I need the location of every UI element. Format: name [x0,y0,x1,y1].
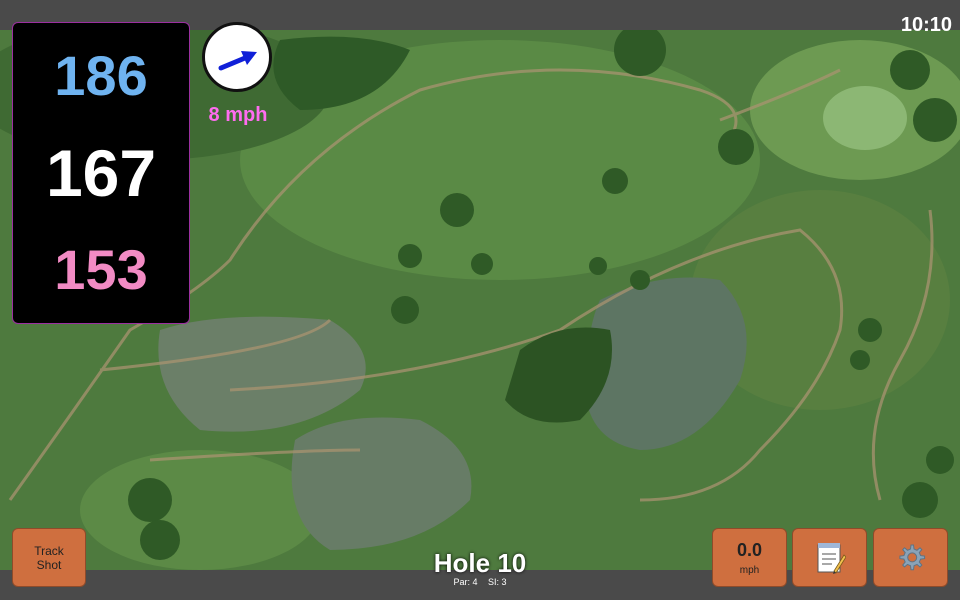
hole-si: SI: 3 [488,577,507,587]
settings-button[interactable] [873,528,948,587]
notes-button[interactable] [792,528,867,587]
distance-front: 153 [54,238,148,301]
track-shot-button[interactable]: Track Shot [12,528,86,587]
wind-speed: 8 mph [208,104,268,126]
distance-panel: 186 167 153 [12,22,190,324]
distance-back: 186 [54,44,148,107]
hole-par: Par: 4 [453,577,478,587]
notepad-icon [817,542,846,574]
speed-button[interactable]: 0.0 mph [712,528,787,587]
clock: 10:10 [900,14,952,36]
wind-indicator [202,22,272,92]
distance-middle: 167 [45,136,157,210]
speed-value: 0.0 [736,539,763,560]
track-shot-label-line2: Shot [36,557,62,572]
hole-title: Hole 10 [433,548,527,578]
gear-icon [898,544,925,570]
speed-unit: mph [739,564,760,576]
track-shot-label-line1: Track [34,543,64,558]
wind-direction-arrow-icon [218,51,257,71]
hole-info: Par: 4 SI: 3 [380,577,580,587]
